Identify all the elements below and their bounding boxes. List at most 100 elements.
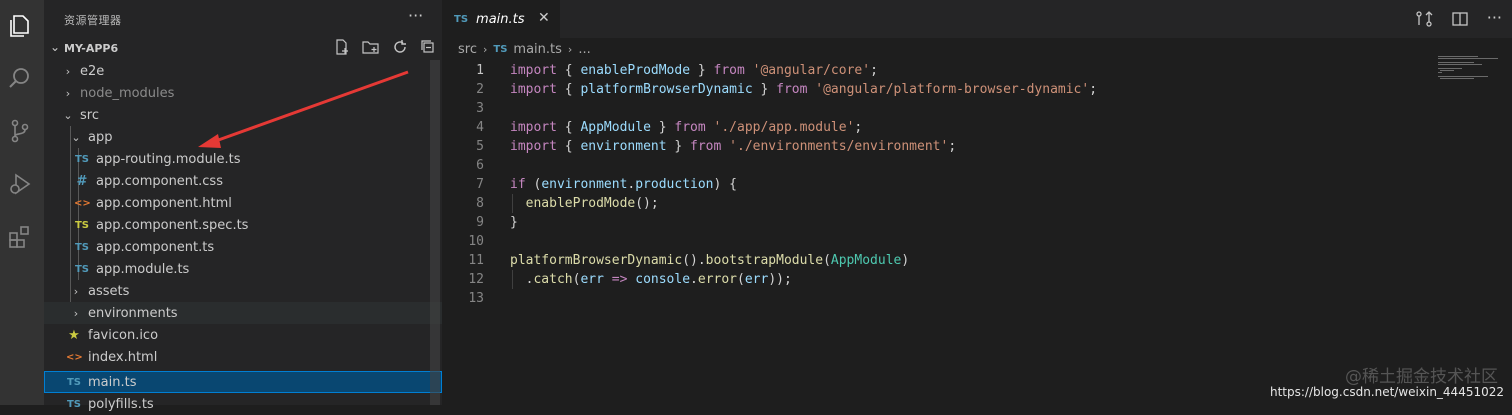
tree-item-assets[interactable]: › assets (44, 280, 442, 302)
code-line[interactable]: 13 (442, 289, 1442, 308)
chevron-down-icon[interactable]: ⌄ (50, 40, 60, 54)
code-token: } (510, 215, 518, 230)
tree-item-app-component-html[interactable]: <> app.component.html (44, 192, 442, 214)
workspace-section-header[interactable]: ⌄ MY-APP6 (44, 38, 442, 60)
tree-item-app[interactable]: ⌄ app (44, 126, 442, 148)
split-editor-icon[interactable] (1451, 10, 1469, 32)
typescript-file-icon: TS (74, 263, 90, 275)
code-line[interactable]: 2 import { platformBrowserDynamic } from … (442, 80, 1442, 99)
close-icon[interactable]: ✕ (538, 10, 550, 26)
breadcrumb-main-ts[interactable]: main.ts (513, 42, 561, 57)
code-token: (). (682, 253, 706, 268)
search-icon[interactable] (6, 64, 34, 92)
tree-item-label: app.component.html (96, 195, 232, 211)
code-token: bootstrapModule (705, 253, 824, 268)
tree-item-app-routing-module[interactable]: TS app-routing.module.ts (44, 148, 442, 170)
indent-guide (512, 270, 513, 289)
chevron-down-icon: ⌄ (63, 108, 73, 122)
code-token: from (674, 120, 706, 135)
line-number: 12 (468, 272, 484, 287)
code-line[interactable]: 7 if (environment.production) { (442, 175, 1442, 194)
typescript-file-icon: TS (66, 376, 82, 388)
tree-item-app-module[interactable]: TS app.module.ts (44, 258, 442, 280)
tree-item-app-component-ts[interactable]: TS app.component.ts (44, 236, 442, 258)
code-line[interactable]: 6 (442, 156, 1442, 175)
minimap[interactable] (1438, 56, 1504, 82)
code-token: './environments/environment' (729, 139, 949, 154)
code-token: err (744, 272, 769, 287)
code-token: { (556, 139, 581, 154)
tree-item-e2e[interactable]: › e2e (44, 60, 442, 82)
tree-item-polyfills[interactable]: TS polyfills.ts (44, 393, 442, 415)
code-line[interactable]: 3 (442, 99, 1442, 118)
code-line[interactable]: 8 enableProdMode(); (442, 194, 1442, 213)
code-token: platformBrowserDynamic (580, 82, 753, 97)
tree-item-label: favicon.ico (88, 327, 159, 343)
watermark-url: https://blog.csdn.net/weixin_44451022 (1269, 385, 1504, 399)
tree-item-environments[interactable]: › environments (44, 302, 442, 324)
code-token: ( (525, 177, 542, 192)
explorer-sidebar: 资源管理器 ··· ⌄ MY-APP6 › e2e › node_modules… (44, 0, 442, 412)
indent-guide (512, 194, 513, 213)
tree-item-label: main.ts (88, 374, 137, 390)
more-actions-icon[interactable]: ··· (1487, 10, 1502, 32)
tree-item-main-ts[interactable]: TS main.ts (44, 371, 442, 393)
code-line[interactable]: 11 platformBrowserDynamic().bootstrapModu… (442, 251, 1442, 270)
collapse-all-icon[interactable] (420, 39, 436, 59)
code-token: error (697, 272, 738, 287)
code-text: import { AppModule } from './app/app.mod… (510, 118, 862, 137)
tree-item-favicon[interactable]: ★ favicon.ico (44, 324, 442, 346)
open-changes-icon[interactable] (1415, 10, 1433, 32)
explorer-icon[interactable] (6, 12, 34, 40)
code-token: { (556, 82, 581, 97)
code-line[interactable]: 4 import { AppModule } from './app/app.mo… (442, 118, 1442, 137)
code-token: enableProdMode (580, 63, 691, 78)
new-folder-icon[interactable] (362, 39, 380, 59)
code-line[interactable]: 12 .catch(err => console.error(err)); (442, 270, 1442, 289)
code-token: ) { (713, 177, 737, 192)
code-token: catch (533, 272, 573, 287)
code-token: from (713, 63, 745, 78)
run-debug-icon[interactable] (6, 170, 34, 198)
more-actions-icon[interactable]: ··· (408, 6, 423, 25)
code-token: import (510, 139, 557, 154)
extensions-icon[interactable] (6, 222, 34, 250)
tree-item-app-component-css[interactable]: # app.component.css (44, 170, 442, 192)
code-token: . (510, 272, 534, 287)
code-line[interactable]: 5 import { environment } from './environm… (442, 137, 1442, 156)
chevron-right-icon: › (482, 42, 488, 56)
tree-item-node-modules[interactable]: › node_modules (44, 82, 442, 104)
tree-item-app-component-spec[interactable]: TS app.component.spec.ts (44, 214, 442, 236)
breadcrumb-src[interactable]: src (458, 42, 477, 57)
tree-item-label: polyfills.ts (88, 396, 154, 412)
line-number: 6 (476, 158, 484, 173)
code-token: { (556, 120, 581, 135)
tree-item-label: assets (88, 283, 130, 299)
sidebar-scrollbar[interactable] (430, 60, 440, 405)
line-number: 10 (468, 234, 484, 249)
code-token: ) (901, 253, 910, 268)
line-number: 7 (476, 177, 484, 192)
tab-main-ts[interactable]: TS main.ts ✕ (442, 0, 560, 38)
breadcrumb-symbol[interactable]: ... (578, 42, 590, 57)
watermark-cn: @稀土掘金技术社区 (1345, 367, 1498, 387)
code-line[interactable]: 10 (442, 232, 1442, 251)
tab-bar: TS main.ts ✕ ··· (442, 0, 1512, 38)
refresh-icon[interactable] (392, 39, 408, 59)
code-line[interactable]: 1 import { enableProdMode } from '@angula… (442, 61, 1442, 80)
code-line[interactable]: 9} (442, 213, 1442, 232)
chevron-right-icon: › (65, 64, 71, 78)
tree-item-src[interactable]: ⌄ src (44, 104, 442, 126)
activity-bar (0, 0, 44, 405)
tree-item-index-html[interactable]: <> index.html (44, 346, 442, 368)
source-control-icon[interactable] (6, 117, 34, 145)
new-file-icon[interactable] (334, 39, 350, 59)
tree-item-label: app.module.ts (96, 261, 190, 277)
line-number: 1 (476, 63, 484, 78)
code-token: './app/app.module' (713, 120, 855, 135)
code-text: import { platformBrowserDynamic } from '… (510, 80, 1097, 99)
code-token: from (690, 139, 722, 154)
tree-item-label: node_modules (80, 85, 175, 101)
